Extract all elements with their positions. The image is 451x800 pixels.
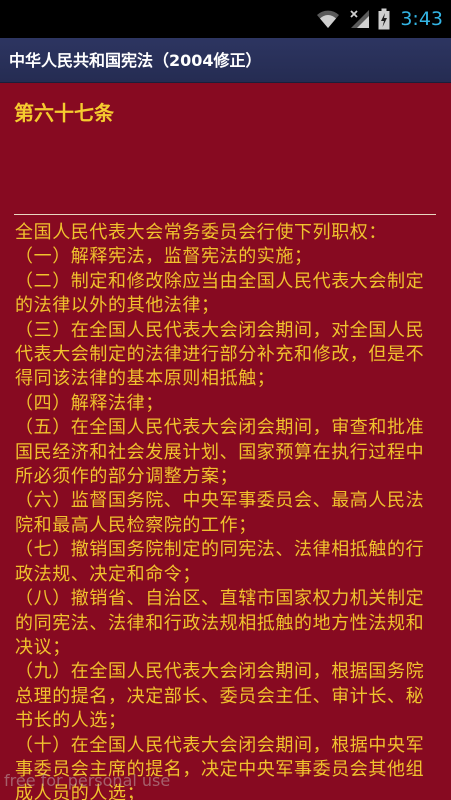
app-title-bar: 中华人民共和国宪法（2004修正） <box>0 38 451 83</box>
wifi-icon <box>317 10 340 28</box>
article-paragraph: 全国人民代表大会常务委员会行使下列职权： <box>15 222 387 243</box>
title-divider <box>14 214 436 215</box>
status-icons: 3:43 <box>316 5 443 33</box>
article-paragraph: （二）制定和修改除应当由全国人民代表大会制定的法律以外的其他法律； <box>15 270 425 317</box>
signal-icon <box>350 10 370 28</box>
article-content[interactable]: 第六十七条 全国人民代表大会常务委员会行使下列职权： （一）解释宪法，监督宪法的… <box>0 83 451 800</box>
article-paragraph: （七）撤销国务院制定的同宪法、法律相抵触的行政法规、决定和命令； <box>15 539 425 585</box>
article-paragraph: （十）在全国人民代表大会闭会期间，根据中央军事委员会主席的提名，决定中央军事委员… <box>15 734 425 800</box>
article-paragraph: （五）在全国人民代表大会闭会期间，审查和批准国民经济和社会发展计划、国家预算在执… <box>15 417 425 488</box>
battery-icon <box>378 8 390 30</box>
status-time: 3:43 <box>400 8 443 30</box>
article-body: 全国人民代表大会常务委员会行使下列职权： （一）解释宪法，监督宪法的实施； （二… <box>15 221 440 800</box>
article-paragraph: （一）解释宪法，监督宪法的实施； <box>15 246 313 268</box>
app-title: 中华人民共和国宪法（2004修正） <box>9 51 262 70</box>
article-paragraph: （九）在全国人民代表大会闭会期间，根据国务院总理的提名，决定部长、委员会主任、审… <box>15 661 425 732</box>
watermark-text: free for personal use <box>4 771 171 790</box>
status-bar: 3:43 <box>0 0 451 38</box>
article-title: 第六十七条 <box>14 101 114 125</box>
article-paragraph: （六）监督国务院、中央军事委员会、最高人民法院和最高人民检察院的工作； <box>15 490 425 536</box>
article-paragraph: （三）在全国人民代表大会闭会期间，对全国人民代表大会制定的法律进行部分补充和修改… <box>15 319 425 390</box>
article-paragraph: （八）撤销省、自治区、直辖市国家权力机关制定的同宪法、法律和行政法规相抵触的地方… <box>15 588 425 658</box>
article-paragraph: （四）解释法律； <box>15 392 164 414</box>
